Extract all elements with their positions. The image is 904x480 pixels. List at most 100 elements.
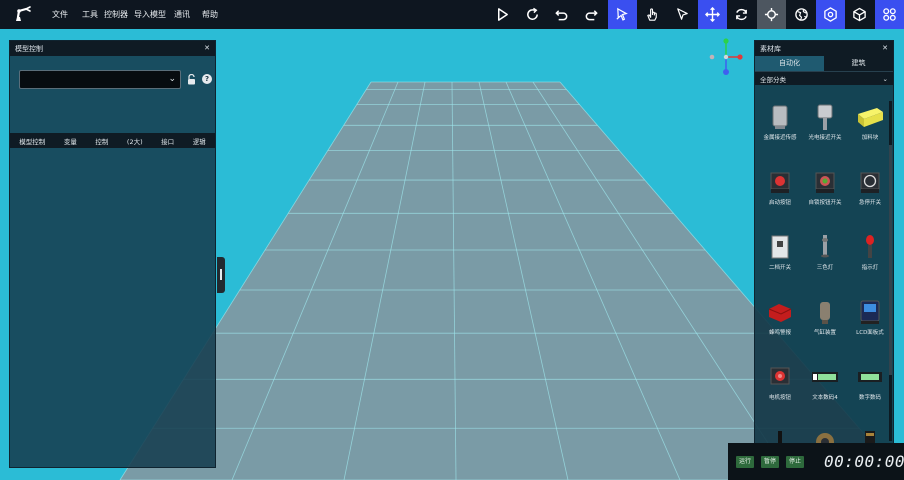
component-item[interactable]: 启动按钮 <box>758 163 802 223</box>
component-item[interactable]: 自锁按钮开关 <box>803 163 847 223</box>
tab-logic[interactable]: 逻辑 <box>193 136 206 146</box>
pointer-tool-button[interactable] <box>668 0 697 29</box>
component-item[interactable]: 急停开关 <box>848 163 892 223</box>
component-item[interactable]: 光电接近开关 <box>803 98 847 158</box>
move-tool-button[interactable] <box>698 0 727 29</box>
component-item[interactable] <box>758 423 802 443</box>
hand-tool-button[interactable] <box>638 0 667 29</box>
category-select[interactable]: 全部分类 ⌄ <box>755 71 893 85</box>
world-view-button[interactable] <box>787 0 816 29</box>
scrollbar[interactable] <box>889 101 892 441</box>
menu-communication[interactable]: 通讯 <box>174 9 190 20</box>
rod-icon <box>778 431 782 443</box>
indicator-light-icon <box>866 235 874 258</box>
component-item[interactable] <box>848 423 892 443</box>
buzzer-icon <box>768 304 792 322</box>
component-item[interactable]: LCD面板式 <box>848 293 892 353</box>
model-button[interactable] <box>845 0 874 29</box>
post-icon <box>865 431 875 443</box>
play-icon <box>498 8 508 21</box>
stop-button[interactable]: 停止 <box>786 456 805 468</box>
component-label: 指示灯 <box>861 265 879 271</box>
redo-button[interactable] <box>577 0 606 29</box>
component-item[interactable]: 三色灯 <box>803 228 847 288</box>
tab-extra[interactable]: (2大) <box>127 136 143 146</box>
settings-icon <box>824 7 837 22</box>
menu-controller[interactable]: 控制器 <box>104 9 128 20</box>
robot-arm-logo <box>16 6 31 21</box>
menu-import-model[interactable]: 导入模型 <box>134 9 166 20</box>
tab-building[interactable]: 建筑 <box>824 56 893 71</box>
panel-resize-handle[interactable] <box>217 257 225 293</box>
model-select[interactable]: ⌄ <box>19 70 181 89</box>
orientation-gizmo-icon[interactable] <box>707 37 745 77</box>
pointer-icon <box>677 8 688 20</box>
run-button[interactable]: 运行 <box>736 456 755 468</box>
component-item[interactable]: 气缸装置 <box>803 293 847 353</box>
hand-cursor-icon <box>647 8 657 21</box>
top-toolbar: 文件 工具 控制器 导入模型 通讯 帮助 <box>0 0 904 29</box>
simulation-controls: 运行 暂停 停止 00:00:00 <box>728 443 904 480</box>
component-item[interactable]: 文本数码4 <box>803 358 847 418</box>
material-block-icon <box>858 108 883 127</box>
close-icon[interactable]: ✕ <box>204 45 210 52</box>
pause-button[interactable]: 暂停 <box>761 456 780 468</box>
component-label: 光电接近开关 <box>808 135 842 141</box>
tab-variables[interactable]: 变量 <box>64 136 77 146</box>
component-item[interactable]: 指示灯 <box>848 228 892 288</box>
tab-automation[interactable]: 自动化 <box>755 56 824 71</box>
component-item[interactable]: 电机按钮 <box>758 358 802 418</box>
lcd-panel-icon <box>860 300 880 324</box>
panel-header: 素材库 ✕ <box>755 41 893 56</box>
move-icon <box>705 7 720 22</box>
chevron-down-icon: ⌄ <box>882 74 888 83</box>
scale-icon <box>764 7 779 22</box>
component-label: 气缸装置 <box>813 330 836 336</box>
select-tool-button[interactable] <box>608 0 637 29</box>
component-item[interactable]: 二档开关 <box>758 228 802 288</box>
menu-help[interactable]: 帮助 <box>202 9 218 20</box>
component-item[interactable] <box>803 423 847 443</box>
component-label: 数字数码 <box>858 395 881 401</box>
tab-interface[interactable]: 接口 <box>161 136 174 146</box>
panel-header: 模型控制 ✕ <box>10 41 215 56</box>
model-control-tabs: 模型控制 变量 控制 (2大) 接口 逻辑 <box>10 133 215 148</box>
asset-library-panel: 素材库 ✕ 自动化 建筑 全部分类 ⌄ 金属接近传感 光电接近开关 加料块启动按钮 自… <box>754 40 894 444</box>
component-label: 文本数码4 <box>812 395 838 401</box>
component-item[interactable]: 加料块 <box>848 98 892 158</box>
apps-button[interactable] <box>875 0 904 29</box>
menu-file[interactable]: 文件 <box>52 9 68 20</box>
rotate-tool-button[interactable] <box>727 0 756 29</box>
select-cursor-icon <box>616 7 628 21</box>
start-button-icon <box>770 172 790 193</box>
reload-button[interactable] <box>518 0 547 29</box>
component-label: 加料块 <box>861 135 879 141</box>
play-button[interactable] <box>488 0 517 29</box>
scale-tool-button[interactable] <box>757 0 786 29</box>
asset-tabs: 自动化 建筑 <box>755 56 893 71</box>
category-label: 全部分类 <box>760 75 786 84</box>
undo-button[interactable] <box>547 0 576 29</box>
close-icon[interactable]: ✕ <box>882 45 888 52</box>
component-label: 启动按钮 <box>768 200 791 206</box>
reload-icon <box>527 7 538 20</box>
unlock-icon[interactable] <box>187 74 196 85</box>
motor-button-icon <box>770 367 790 385</box>
component-item[interactable]: 蜂鸣警报 <box>758 293 802 353</box>
tab-control[interactable]: 控制 <box>95 136 108 146</box>
panel-title: 素材库 <box>760 44 781 53</box>
help-icon[interactable]: ? <box>202 74 212 84</box>
settings-button[interactable] <box>816 0 845 29</box>
estop-switch-icon <box>860 172 880 193</box>
latch-button-icon <box>815 172 835 193</box>
component-item[interactable]: 数字数码 <box>848 358 892 418</box>
scrollbar-thumb[interactable] <box>889 145 892 375</box>
redo-icon <box>585 10 598 21</box>
photo-sensor-icon <box>817 104 833 130</box>
cylinder-icon <box>820 302 830 324</box>
tab-model-control[interactable]: 模型控制 <box>19 136 45 146</box>
simulation-timer: 00:00:00 <box>824 452 904 471</box>
component-item[interactable]: 金属接近传感 <box>758 98 802 158</box>
component-label: 电机按钮 <box>768 395 791 401</box>
menu-tools[interactable]: 工具 <box>82 9 98 20</box>
